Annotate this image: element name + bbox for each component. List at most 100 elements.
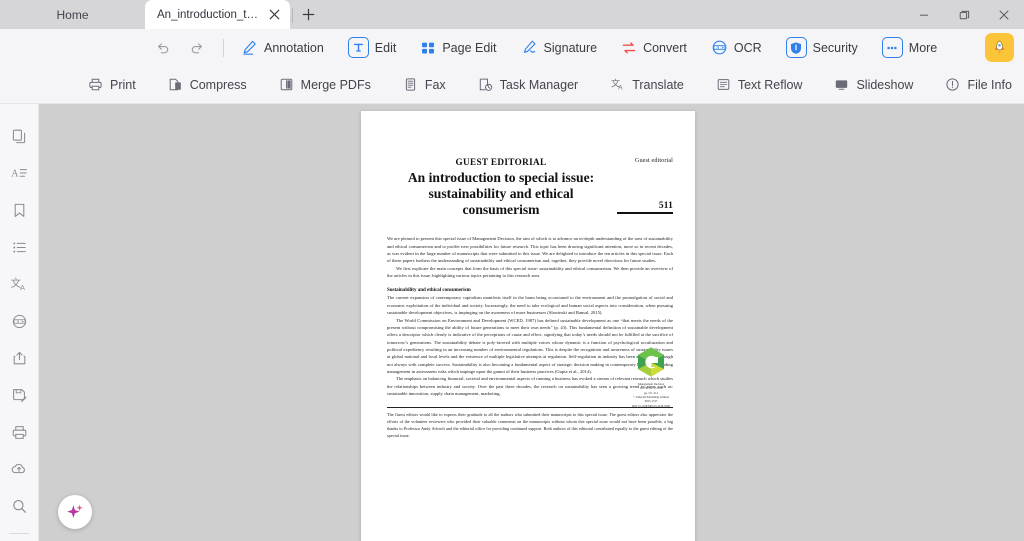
slideshow-icon bbox=[834, 77, 849, 92]
page-number-block: 511 bbox=[617, 201, 673, 214]
toolbar2-item-fax[interactable]: Fax bbox=[393, 72, 456, 98]
svg-text:A: A bbox=[11, 168, 19, 179]
shield-icon bbox=[785, 37, 807, 58]
maximize-icon[interactable] bbox=[944, 0, 984, 29]
footnote: The Guest editors would like to express … bbox=[387, 412, 673, 439]
toolbar-label-security: Security bbox=[812, 40, 858, 55]
sidebar-item-save[interactable] bbox=[4, 381, 34, 409]
svg-text:OCR: OCR bbox=[13, 319, 25, 325]
title-line-2: sustainability and ethical bbox=[428, 185, 574, 201]
primary-toolbar: Annotation Edit Page Edit Signature Conv… bbox=[0, 29, 1024, 66]
upgrade-rocket-button[interactable] bbox=[985, 33, 1014, 62]
printer-icon bbox=[11, 424, 28, 441]
toolbar-item-signature[interactable]: Signature bbox=[513, 34, 606, 62]
text-outline-icon: A bbox=[10, 164, 28, 182]
sidebar-item-share[interactable] bbox=[4, 344, 34, 372]
toolbar-item-page-edit[interactable]: Page Edit bbox=[412, 34, 504, 62]
toolbar-label-convert: Convert bbox=[643, 40, 687, 55]
undo-button[interactable] bbox=[146, 34, 180, 62]
redo-button[interactable] bbox=[180, 34, 214, 62]
page-number-rule bbox=[617, 212, 673, 214]
sidebar-item-outline[interactable]: A bbox=[4, 159, 34, 187]
ocr-circle-icon: OCR bbox=[711, 39, 728, 56]
toolbar2-label-file-info: File Info bbox=[967, 77, 1012, 92]
toolbar-item-more[interactable]: More bbox=[874, 34, 945, 62]
tab-home[interactable]: Home bbox=[0, 0, 145, 29]
ai-sparkle-icon bbox=[67, 504, 83, 518]
toolbar-item-security[interactable]: Security bbox=[778, 34, 866, 62]
toolbar2-item-task-manager[interactable]: Task Manager bbox=[468, 72, 589, 98]
paragraph: The current expansion of contemporary ca… bbox=[387, 295, 673, 316]
tab-home-label: Home bbox=[56, 7, 89, 22]
pdf-editor-window: Home An_introduction_to_speci... bbox=[0, 0, 1024, 541]
sidebar-item-cloud[interactable] bbox=[4, 455, 34, 483]
toolbar-item-ocr[interactable]: OCR OCR bbox=[703, 34, 770, 62]
translate-icon: 文 A bbox=[610, 77, 625, 92]
file-info-icon bbox=[945, 77, 960, 92]
toolbar-label-more: More bbox=[908, 40, 938, 55]
toolbar2-item-slideshow[interactable]: Slideshow bbox=[824, 72, 923, 98]
article-body: We are pleased to present this special i… bbox=[387, 235, 673, 440]
sidebar-item-translate[interactable]: 文 A bbox=[4, 270, 34, 298]
toolbar2-item-print[interactable]: Print bbox=[78, 72, 146, 98]
compress-icon bbox=[168, 77, 183, 92]
running-head: Guest editorial bbox=[634, 157, 673, 164]
sidebar-item-print[interactable] bbox=[4, 418, 34, 446]
toolbar2-item-text-reflow[interactable]: Text Reflow bbox=[706, 72, 813, 98]
sidebar-item-annotations-list[interactable] bbox=[4, 233, 34, 261]
share-upload-icon bbox=[11, 350, 28, 367]
toolbar2-item-merge-pdfs[interactable]: Merge PDFs bbox=[269, 72, 381, 98]
toolbar-item-annotation[interactable]: Annotation bbox=[233, 34, 332, 62]
colophon-line: DOI 10.1108/MD-03-2018-0306 bbox=[632, 403, 670, 408]
sidebar-item-bookmarks[interactable] bbox=[4, 196, 34, 224]
toolbar2-label-task-manager: Task Manager bbox=[499, 77, 579, 92]
text-reflow-icon bbox=[716, 77, 731, 92]
sidebar-item-ocr[interactable]: OCR bbox=[4, 307, 34, 335]
page-number: 511 bbox=[658, 201, 673, 211]
search-icon bbox=[11, 498, 28, 515]
publisher-logo: Management Decision Vol. 56 No. 3, 2018 … bbox=[631, 345, 671, 408]
ocr-circle-icon: OCR bbox=[11, 313, 28, 330]
colophon: Management Decision Vol. 56 No. 3, 2018 … bbox=[631, 382, 671, 408]
close-icon[interactable] bbox=[984, 0, 1024, 29]
toolbar2-label-fax: Fax bbox=[424, 77, 446, 92]
document-viewport[interactable]: Guest editorial GUEST EDITORIAL An intro… bbox=[39, 104, 1024, 541]
bookmark-icon bbox=[11, 202, 28, 219]
toolbar2-label-merge-pdfs: Merge PDFs bbox=[300, 77, 371, 92]
sidebar-item-search[interactable] bbox=[4, 492, 34, 520]
title-line-1: An introduction to special issue: bbox=[407, 170, 595, 185]
ai-assistant-button[interactable] bbox=[58, 495, 92, 529]
toolbar-label-signature: Signature bbox=[543, 40, 598, 55]
tab-close-icon[interactable] bbox=[267, 7, 282, 22]
task-manager-icon bbox=[478, 77, 493, 92]
tab-document-label: An_introduction_to_speci... bbox=[157, 8, 261, 21]
toolbar2-item-file-info[interactable]: File Info bbox=[935, 72, 1021, 98]
minimize-icon[interactable] bbox=[904, 0, 944, 29]
title-bar: Home An_introduction_to_speci... bbox=[0, 0, 1024, 29]
merge-pdfs-icon bbox=[279, 77, 294, 92]
paragraph: We first explicate the main concepts tha… bbox=[387, 265, 673, 279]
edit-text-icon bbox=[347, 37, 369, 58]
tab-document[interactable]: An_introduction_to_speci... bbox=[145, 0, 290, 29]
svg-text:OCR: OCR bbox=[713, 45, 725, 51]
secondary-toolbar: Print Compress Merge PDFs Fax Task Manag… bbox=[0, 66, 1024, 104]
toolbar2-label-print: Print bbox=[110, 77, 136, 92]
new-tab-button[interactable] bbox=[295, 0, 321, 29]
toolbar-label-ocr: OCR bbox=[733, 40, 762, 55]
svg-text:A: A bbox=[20, 283, 25, 292]
fax-icon bbox=[403, 77, 418, 92]
tab-divider bbox=[292, 8, 293, 23]
sidebar-item-thumbnails[interactable] bbox=[4, 122, 34, 150]
svg-text:A: A bbox=[618, 85, 623, 92]
toolbar-item-convert[interactable]: Convert bbox=[613, 34, 695, 62]
toolbar2-item-translate[interactable]: 文 A Translate bbox=[600, 72, 694, 98]
toolbar2-label-text-reflow: Text Reflow bbox=[737, 77, 803, 92]
sidebar-divider bbox=[9, 533, 29, 534]
toolbar-label-edit: Edit bbox=[374, 40, 397, 55]
signature-pen-icon bbox=[521, 39, 538, 56]
section-heading: Sustainability and ethical consumerism bbox=[387, 288, 471, 294]
toolbar-item-edit[interactable]: Edit bbox=[340, 34, 405, 62]
toolbar-label-page-edit: Page Edit bbox=[442, 40, 497, 55]
article-kicker: GUEST EDITORIAL bbox=[455, 157, 547, 167]
toolbar2-item-compress[interactable]: Compress bbox=[158, 72, 257, 98]
